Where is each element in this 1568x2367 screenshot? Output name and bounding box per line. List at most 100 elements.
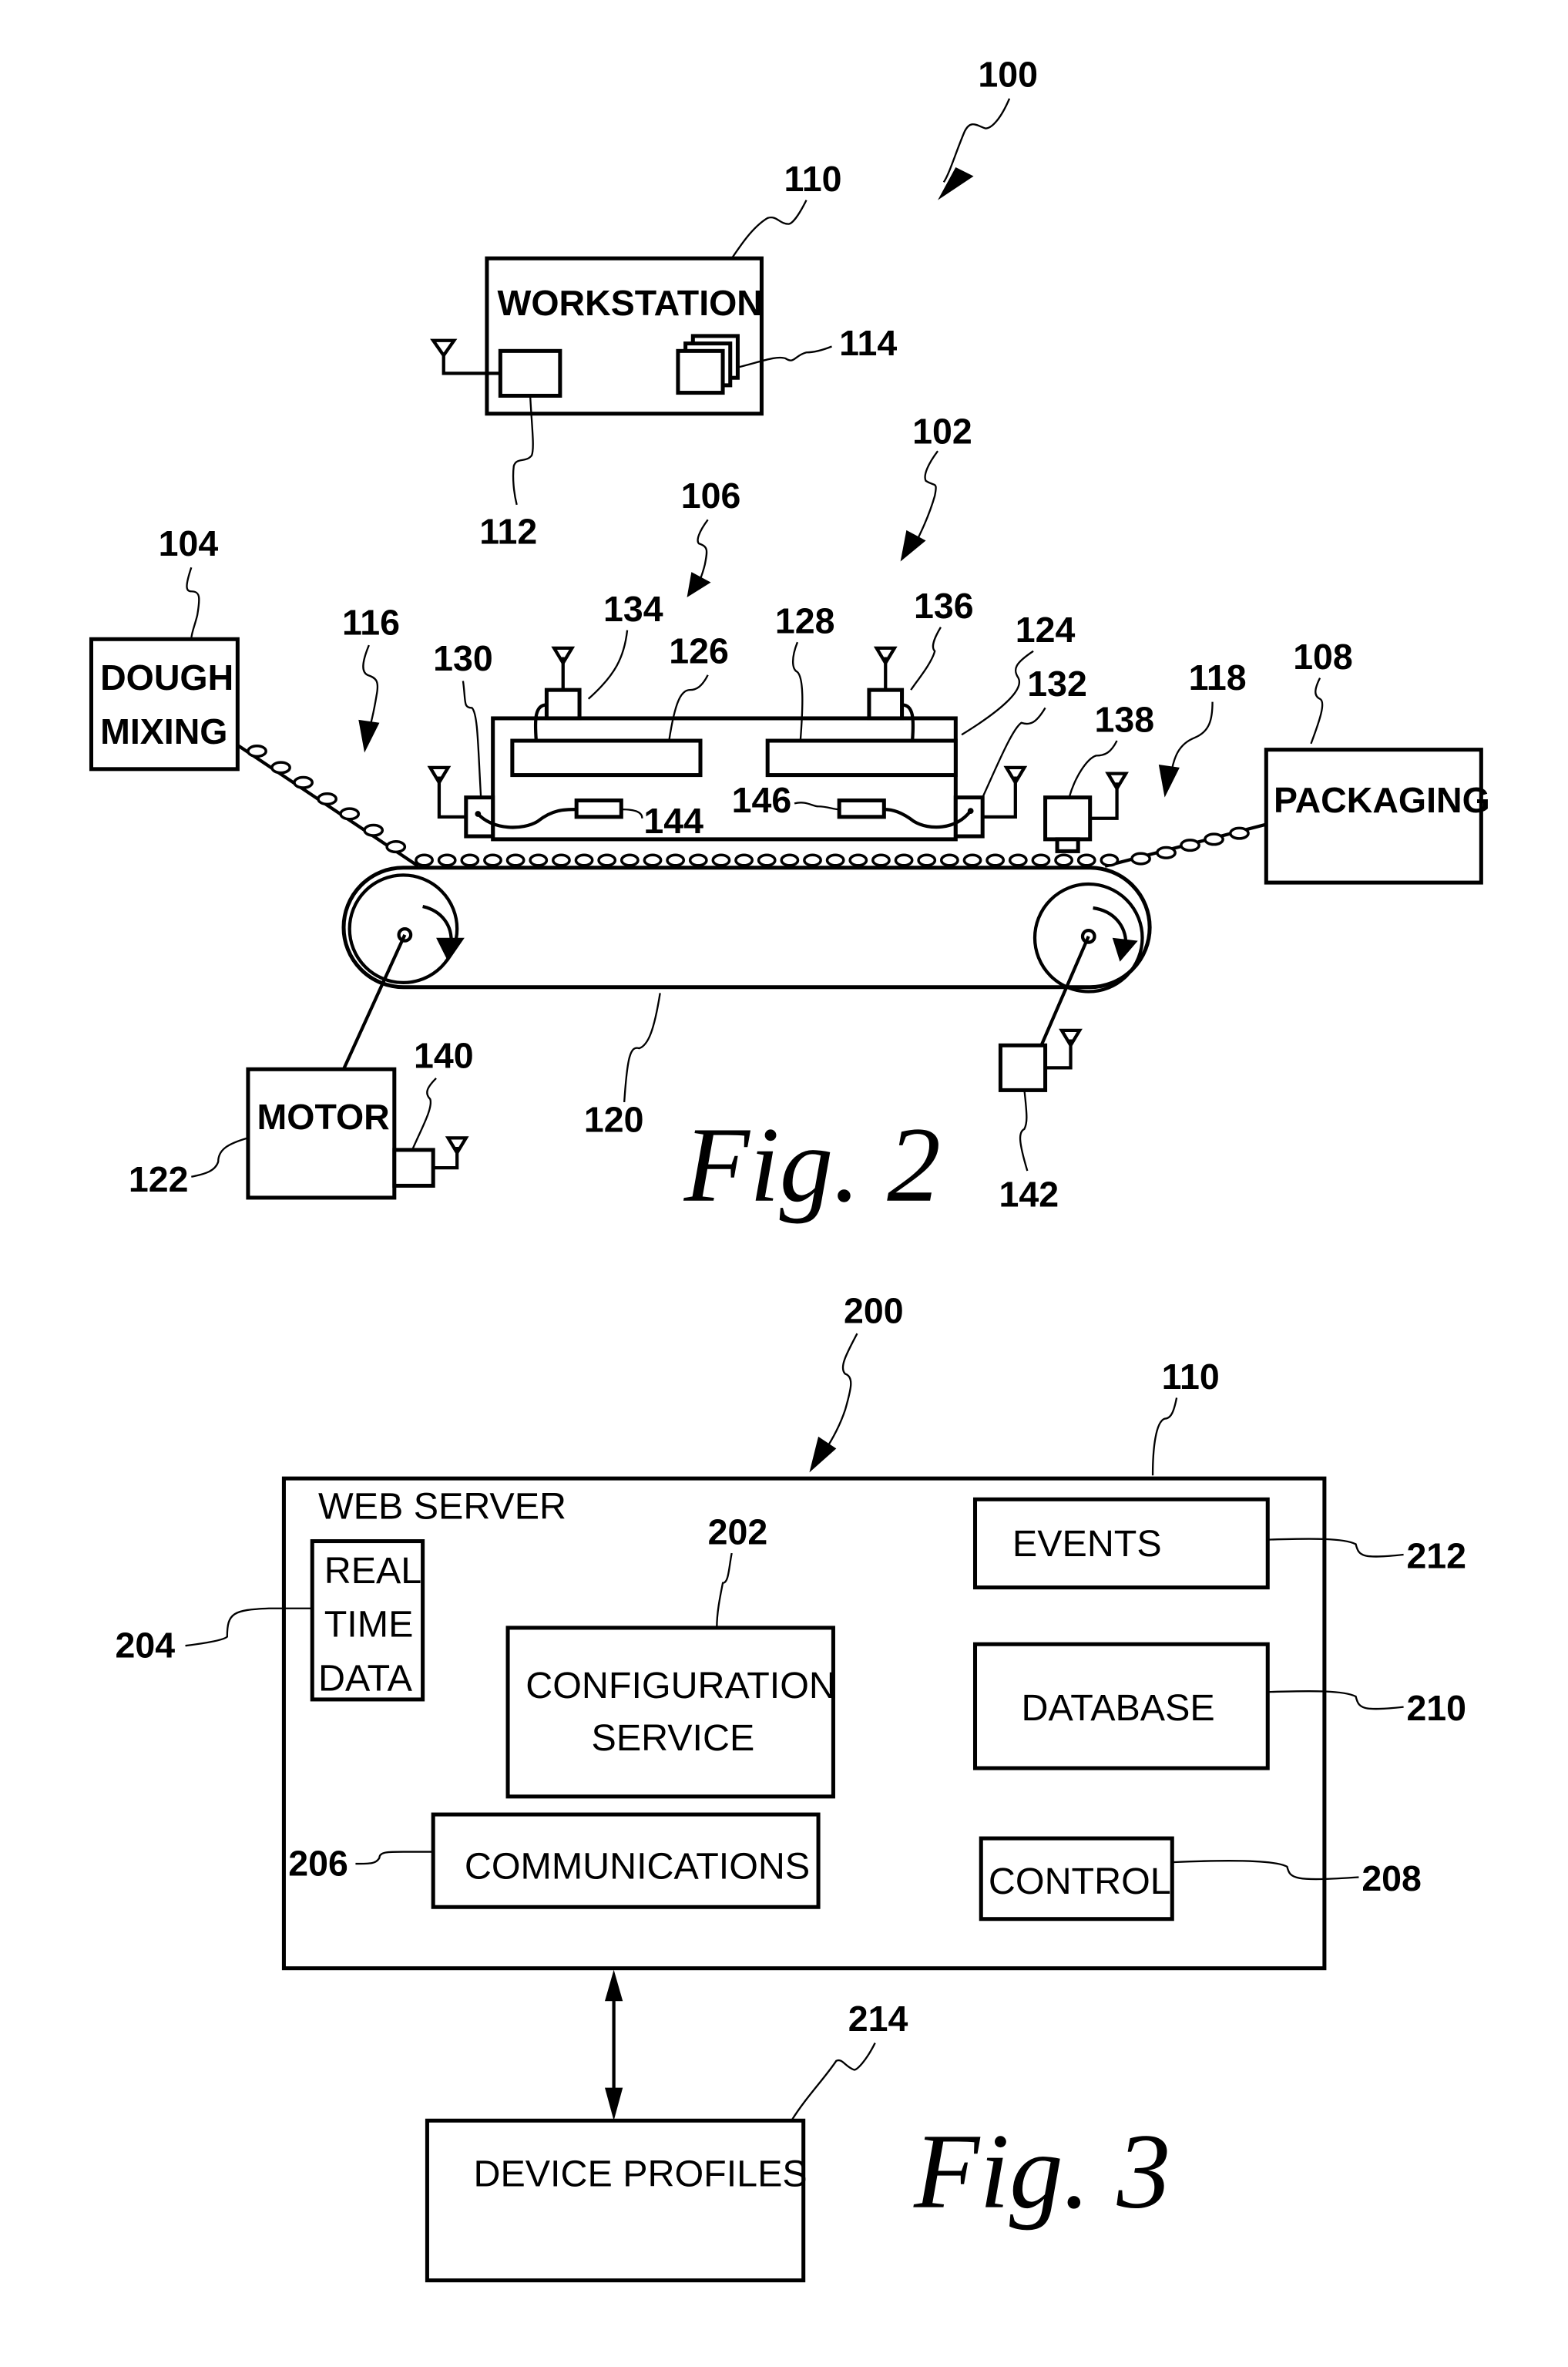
antenna-icon <box>1105 772 1129 792</box>
arrowhead-102 <box>900 530 926 562</box>
ref-200: 200 <box>844 1291 904 1331</box>
figure-2-caption: Fig. 2 <box>683 1106 941 1225</box>
communications-label: COMMUNICATIONS <box>465 1845 810 1887</box>
dough-piece <box>363 823 384 837</box>
database-label: DATABASE <box>1022 1687 1215 1729</box>
roller-sensor-142-box <box>998 1043 1048 1092</box>
packaging-label: PACKAGING <box>1274 780 1490 820</box>
dough-piece <box>1008 853 1028 867</box>
dough-piece <box>803 853 822 867</box>
sensor-132-box <box>953 795 985 839</box>
ref-210: 210 <box>1406 1688 1466 1728</box>
web-server-label: WEB SERVER <box>318 1485 566 1527</box>
ref-212: 212 <box>1406 1535 1466 1575</box>
configuration-service-box <box>505 1626 835 1799</box>
ref-142: 142 <box>999 1175 1059 1215</box>
camera-antenna-line <box>1090 782 1119 820</box>
leader-102 <box>913 450 938 547</box>
roller-sensor-antenna-line <box>1045 1039 1073 1070</box>
dough-piece <box>317 792 337 806</box>
dough-piece <box>574 853 594 867</box>
workstation-label: WORKSTATION <box>497 283 762 323</box>
leader-110-fig3 <box>1151 1397 1178 1476</box>
patent-drawing-sheet: 100 110 WORKSTATION 112 114 102 106 104 … <box>0 0 1568 2367</box>
dough-piece <box>483 853 502 867</box>
dough-piece <box>780 853 800 867</box>
arrowhead-200 <box>809 1436 837 1473</box>
dough-piece <box>985 853 1006 867</box>
dough-mixing-label-line1: DOUGH <box>100 657 233 698</box>
dough-piece <box>270 761 291 775</box>
ref-118: 118 <box>1189 657 1247 698</box>
configuration-service-label-line2: SERVICE <box>592 1717 755 1759</box>
ref-130: 130 <box>433 638 493 678</box>
ref-204: 204 <box>115 1626 175 1666</box>
leader-100 <box>942 98 1011 183</box>
motor-label: MOTOR <box>257 1097 390 1137</box>
ref-114: 114 <box>839 323 897 363</box>
arrowhead-118 <box>1158 765 1180 798</box>
leader-118 <box>1170 701 1214 777</box>
dough-piece <box>415 853 434 867</box>
controller-134-box <box>544 688 582 721</box>
dough-piece <box>871 853 891 867</box>
rotation-arrow-right <box>1093 906 1128 944</box>
ref-202: 202 <box>708 1511 768 1552</box>
figure-2: 100 110 WORKSTATION 112 114 102 106 104 … <box>89 54 1490 1225</box>
ref-104: 104 <box>159 523 219 563</box>
antenna-icon <box>551 646 576 667</box>
leader-136 <box>910 627 942 691</box>
dough-piece <box>962 853 982 867</box>
rotation-arrowhead-right <box>1112 937 1138 962</box>
device-profiles-box <box>425 2118 806 2283</box>
ref-122: 122 <box>129 1159 189 1199</box>
dough-piece <box>552 853 571 867</box>
ref-208: 208 <box>1362 1858 1422 1898</box>
leader-122 <box>191 1137 249 1178</box>
thermocouple-146-box <box>837 799 886 819</box>
ref-138: 138 <box>1095 699 1155 739</box>
camera-138-box <box>1043 795 1093 842</box>
conveyor-belt <box>341 866 1152 990</box>
arrowhead-116 <box>358 719 380 753</box>
dough-piece <box>1100 853 1120 867</box>
software-stack-icon <box>676 348 725 395</box>
arrowhead-106 <box>687 572 711 598</box>
arrowhead-up <box>604 1969 623 2002</box>
leader-200 <box>823 1333 858 1452</box>
rotation-arrowhead-left <box>436 937 465 962</box>
leader-108 <box>1310 677 1324 745</box>
ref-120: 120 <box>584 1100 644 1140</box>
belt-dough-pieces <box>415 853 1120 867</box>
events-label: EVENTS <box>1012 1523 1162 1565</box>
dough-piece <box>385 840 407 854</box>
real-time-data-label-line1: REAL <box>324 1550 421 1592</box>
ref-146: 146 <box>732 780 792 820</box>
dough-piece <box>939 853 959 867</box>
dough-piece <box>339 807 361 821</box>
dough-piece <box>247 745 267 758</box>
leader-110 <box>727 200 808 264</box>
ref-126: 126 <box>669 630 729 671</box>
dough-piece <box>1204 832 1224 846</box>
ref-124: 124 <box>1016 610 1076 650</box>
dough-piece <box>1076 853 1096 867</box>
ref-206: 206 <box>288 1844 348 1884</box>
antenna-icon <box>430 338 458 358</box>
ref-128: 128 <box>775 601 835 641</box>
sensor-132-antenna-line <box>982 776 1017 819</box>
leader-142 <box>1019 1090 1029 1172</box>
figure-3-caption: Fig. 3 <box>913 2113 1170 2231</box>
diagram-svg: 100 110 WORKSTATION 112 114 102 106 104 … <box>89 54 1490 2283</box>
dough-piece <box>894 853 914 867</box>
ref-100: 100 <box>978 54 1038 94</box>
dough-piece <box>757 853 777 867</box>
camera-lens <box>1055 837 1080 853</box>
dough-piece <box>1229 826 1250 840</box>
antenna-icon <box>427 765 452 786</box>
dough-piece <box>597 853 617 867</box>
right-roller-axle <box>1080 928 1096 944</box>
ref-134: 134 <box>603 589 663 629</box>
ref-110: 110 <box>784 159 842 199</box>
dough-piece <box>917 853 937 867</box>
